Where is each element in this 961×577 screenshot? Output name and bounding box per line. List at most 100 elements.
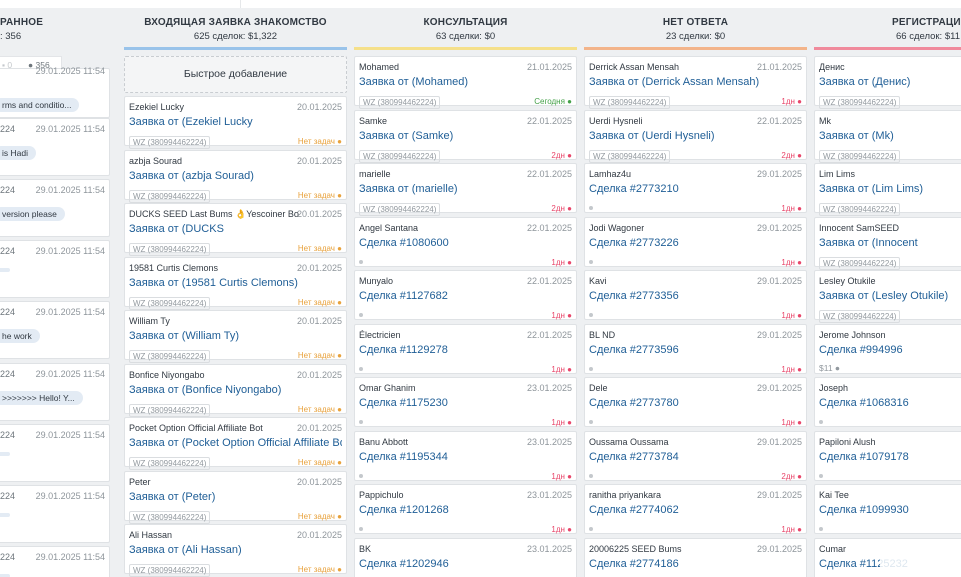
deal-card[interactable]: BK23.01.2025Сделка #12029461дн ●	[354, 537, 577, 577]
deal-card[interactable]: ranitha priyankara 29.01.2025 Сделка #2774…	[584, 484, 807, 534]
card-title-link[interactable]: Сделка #2773784	[589, 451, 802, 463]
horizontal-scroll-thumb[interactable]	[880, 551, 940, 573]
left-list-item[interactable]: 224 29.01.2025 11:54 version please	[0, 179, 110, 237]
card-title-link[interactable]: Сделка #1099930	[819, 504, 961, 516]
card-title-link[interactable]: Сделка #1068316	[819, 397, 961, 409]
deal-card[interactable]: Dele 29.01.2025 Сделка #2773780 1дн ●	[584, 377, 807, 427]
column-title: НЕТ ОТВЕТА	[662, 17, 729, 28]
left-list-item[interactable]: 224 29.01.2025 11:54 is Hadi	[0, 118, 110, 176]
deal-card[interactable]: Innocent SamSEED Заявка от (Innocent WZ (3…	[814, 216, 961, 270]
card-date: 29.01.2025	[756, 383, 802, 393]
card-empty-dot	[589, 366, 593, 371]
deal-card[interactable]: Mohamed 21.01.2025 Заявка от (Mohamed) WZ (…	[354, 56, 577, 109]
deal-card[interactable]: Jerome Johnson Сделка #994996 $11 ●	[814, 323, 961, 374]
card-title-link[interactable]: Заявка от (Uerdi Hysneli)	[589, 130, 802, 142]
quick-add-button[interactable]: Быстрое добавление	[124, 56, 347, 93]
card-title-link[interactable]: Сделка #1079178	[819, 451, 961, 463]
deal-card[interactable]: Papiloni Alush Сделка #1079178	[814, 430, 961, 481]
card-title-link[interactable]: Сделка #1080600	[359, 237, 572, 249]
deal-card[interactable]: Électricien 22.01.2025 Сделка #1129278 1дн …	[354, 323, 577, 374]
deal-card[interactable]: Ezekiel Lucky 20.01.2025 Заявка от (Ezekie…	[124, 96, 347, 149]
card-title-link[interactable]: Заявка от (Pocket Option Official Affili…	[129, 437, 342, 449]
card-title-link[interactable]: Сделка #1201268	[359, 504, 572, 516]
left-list-item[interactable]: 224 29.01.2025 11:54	[0, 424, 110, 482]
deal-card[interactable]: Omar Ghanim 23.01.2025 Сделка #1175230 1дн …	[354, 377, 577, 427]
card-title-link[interactable]: Заявка от (19581 Curtis Clemons)	[129, 277, 342, 289]
card-title-link[interactable]: Сделка #2774186	[589, 558, 802, 570]
card-title-link[interactable]: Заявка от (Ali Hassan)	[129, 544, 342, 556]
deal-card[interactable]: Kavi 29.01.2025 Сделка #2773356 1дн ●	[584, 270, 807, 320]
card-task-status: Нет задач ●	[297, 458, 342, 467]
card-title-link[interactable]: Заявка от (Innocent	[819, 237, 961, 249]
left-list-item[interactable]: 224 29.01.2025 11:54 >>>>>>> Hello! Y...	[0, 363, 110, 421]
card-title-link[interactable]: Сделка #1195344	[359, 451, 572, 463]
card-source-tag: WZ (380994462224)	[359, 203, 441, 216]
deal-card[interactable]: Bonfice Niyongabo 20.01.2025 Заявка от (Bo…	[124, 363, 347, 417]
deal-card[interactable]: Banu Abbott 23.01.2025 Сделка #1195344 1дн …	[354, 430, 577, 481]
card-title-link[interactable]: Заявка от (Денис)	[819, 76, 961, 88]
deal-card[interactable]: BL ND 29.01.2025 Сделка #2773596 1дн ●	[584, 323, 807, 374]
card-title-link[interactable]: Сделка #1175230	[359, 397, 572, 409]
card-title-link[interactable]: Сделка #994996	[819, 344, 961, 356]
deal-card[interactable]: Munyalo 22.01.2025 Сделка #1127682 1дн ●	[354, 270, 577, 320]
card-title-link[interactable]: Заявка от (Mohamed)	[359, 76, 572, 88]
left-item-message-preview	[0, 268, 10, 272]
card-source-tag: WZ (380994462224)	[129, 136, 211, 149]
deal-card[interactable]: marielle 22.01.2025 Заявка от (marielle) WZ…	[354, 163, 577, 216]
deal-card[interactable]: Oussama Oussama 29.01.2025 Сделка #2773784…	[584, 430, 807, 481]
card-title-link[interactable]: Заявка от (marielle)	[359, 183, 572, 195]
card-empty-dot	[359, 473, 363, 478]
card-title-link[interactable]: Заявка от (Derrick Assan Mensah)	[589, 76, 802, 88]
card-title-link[interactable]: Заявка от (DUCKS	[129, 223, 342, 235]
deal-card[interactable]: Денис Заявка от (Денис) WZ (380994462224)	[814, 56, 961, 109]
deal-card[interactable]: Mk Заявка от (Mk) WZ (380994462224)	[814, 109, 961, 163]
deal-card[interactable]: Samke 22.01.2025 Заявка от (Samke) WZ (3809…	[354, 109, 577, 163]
left-list-item[interactable]: 224 29.01.2025 11:54	[0, 485, 110, 543]
deal-card[interactable]: Lesley Otukile Заявка от (Lesley Otukile)…	[814, 270, 961, 323]
card-title-link[interactable]: Сделка #2773226	[589, 237, 802, 249]
card-title-link[interactable]: Заявка от (Samke)	[359, 130, 572, 142]
deal-card[interactable]: William Ty 20.01.2025 Заявка от (William T…	[124, 310, 347, 363]
card-title-link[interactable]: Заявка от (Mk)	[819, 130, 961, 142]
card-title-link[interactable]: Сделка #2773780	[589, 397, 802, 409]
deal-card[interactable]: Joseph Сделка #1068316	[814, 377, 961, 427]
left-list-item[interactable]: 224 29.01.2025 11:54 he work	[0, 301, 110, 359]
card-title-link[interactable]: Сделка #2773596	[589, 344, 802, 356]
deal-card[interactable]: 20006225 SEED Bums 29.01.2025 Сделка #2774…	[584, 537, 807, 577]
card-title-link[interactable]: Заявка от (William Ty)	[129, 330, 342, 342]
card-title-link[interactable]: Сделка #1129278	[359, 344, 572, 356]
deal-card[interactable]: 19581 Curtis Clemons 20.01.2025 Заявка от …	[124, 256, 347, 310]
card-title-link[interactable]: Сделка #2774062	[589, 504, 802, 516]
card-title-link[interactable]: Заявка от (Lesley Otukile)	[819, 290, 961, 302]
deal-card[interactable]: Ali Hassan 20.01.2025 Заявка от (Ali Hassa…	[124, 524, 347, 577]
deal-card[interactable]: Lamhaz4u 29.01.2025 Сделка #2773210 1дн ●	[584, 163, 807, 213]
card-contact-name: Kai Tee	[819, 490, 849, 500]
card-title-link[interactable]: Сделка #1127682	[359, 290, 572, 302]
deal-card[interactable]: Uerdi Hysneli 22.01.2025 Заявка от (Uerdi …	[584, 109, 807, 163]
card-title-link[interactable]: Заявка от (Peter)	[129, 491, 342, 503]
deal-card[interactable]: Angel Santana 22.01.2025 Сделка #1080600 1д…	[354, 216, 577, 267]
deal-card[interactable]: Derrick Assan Mensah 21.01.2025 Заявка от …	[584, 56, 807, 109]
deal-card[interactable]: Kai Tee Сделка #1099930	[814, 484, 961, 534]
deal-card[interactable]: Peter 20.01.2025 Заявка от (Peter) WZ (3809…	[124, 470, 347, 524]
card-date: 20.01.2025	[296, 316, 342, 326]
card-title-link[interactable]: Сделка #2773356	[589, 290, 802, 302]
deal-card[interactable]: Jodi Wagoner 29.01.2025 Сделка #2773226 1дн…	[584, 216, 807, 267]
deal-card[interactable]: azbja Sourad 20.01.2025 Заявка от (azbja S…	[124, 149, 347, 203]
card-title-link[interactable]: Заявка от (Ezekiel Lucky	[129, 116, 342, 128]
left-list-item[interactable]: 224 29.01.2025 11:54	[0, 240, 110, 298]
card-title-link[interactable]: Заявка от (Lim Lims)	[819, 183, 961, 195]
card-title-link[interactable]: Заявка от (Bonfice Niyongabo)	[129, 384, 342, 396]
column-summary: : 356	[0, 31, 22, 42]
deal-card[interactable]: Pappichulo 23.01.2025 Сделка #1201268 1дн ●	[354, 484, 577, 534]
card-title-link[interactable]: Сделка #2773210	[589, 183, 802, 195]
left-list-item[interactable]: 29.01.2025 11:54 rms and conditio...	[0, 66, 110, 118]
card-title-link[interactable]: Сделка #1202946	[359, 558, 572, 570]
deal-card[interactable]: DUCKS SEED Last Bums 👌Yescoiner Born WAV…	[124, 203, 347, 256]
card-title-link[interactable]: Заявка от (azbja Sourad)	[129, 170, 342, 182]
deal-card[interactable]: Pocket Option Official Affiliate Bot 20.0…	[124, 417, 347, 470]
card-contact-name: Lim Lims	[819, 169, 856, 179]
left-list-item[interactable]: 224 29.01.2025 11:54	[0, 546, 110, 577]
card-date: 22.01.2025	[526, 169, 572, 179]
deal-card[interactable]: Lim Lims Заявка от (Lim Lims) WZ (38099446…	[814, 163, 961, 216]
